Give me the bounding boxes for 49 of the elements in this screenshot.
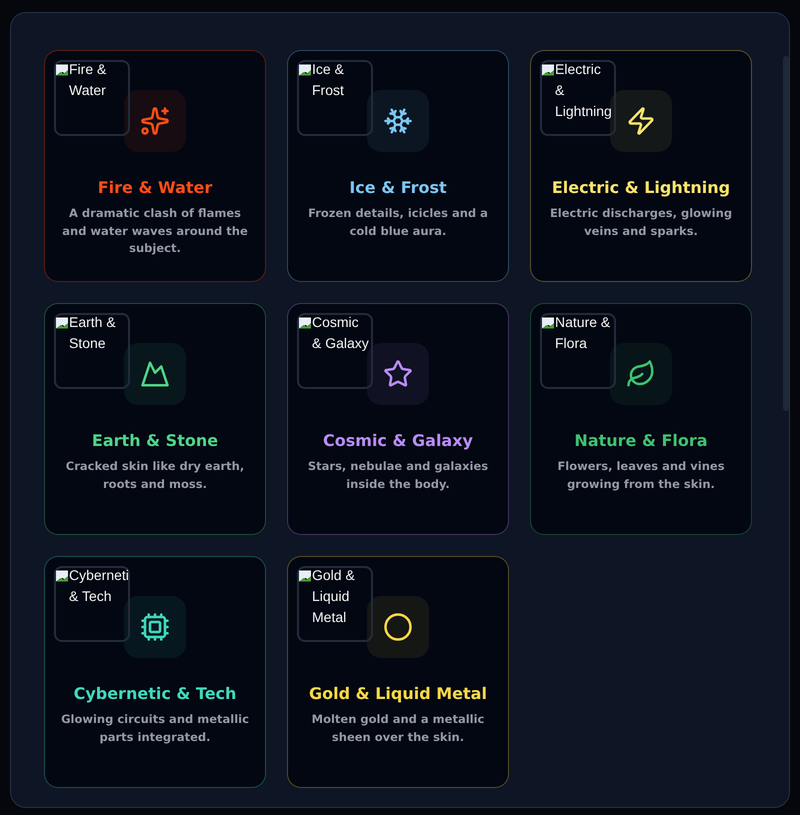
broken-image-icon <box>299 317 311 329</box>
style-description: Electric discharges, glowing veins and sparks. <box>548 205 734 240</box>
scrollbar-thumb[interactable] <box>783 56 789 411</box>
image-alt-text: Gold & Liquid Metal <box>312 566 356 627</box>
style-card[interactable]: Cosmic & Galaxy Cosmic & Galaxy Stars, nebulae and galaxies inside the body. <box>287 303 509 535</box>
mountain-icon <box>140 359 170 389</box>
broken-image-icon <box>542 64 554 76</box>
image-alt-text: Cosmic & Galaxy <box>312 313 370 353</box>
leaf-icon <box>626 359 656 389</box>
broken-image-icon <box>56 64 68 76</box>
broken-image-icon <box>542 317 554 329</box>
style-title: Cybernetic & Tech <box>74 684 236 703</box>
style-title: Ice & Frost <box>349 178 447 197</box>
style-card[interactable]: Cyberneti & Tech Cybernetic & Tech Glowing circuits and metallic parts integrated. <box>44 556 266 788</box>
image-alt-text: Cyberneti & Tech <box>69 566 129 606</box>
style-title: Electric & Lightning <box>552 178 730 197</box>
broken-image-icon <box>299 64 311 76</box>
style-description: Flowers, leaves and vines growing from the skin. <box>556 458 726 492</box>
style-card[interactable]: Nature & Flora Nature & Flora Flowers, leaves and vines growing from the skin. <box>530 303 752 535</box>
broken-image-icon <box>56 570 68 582</box>
style-card[interactable]: Ice & Frost Ice & Frost Frozen details, icicles and a cold blue aura. <box>287 50 509 282</box>
lightning-bolt-icon <box>626 106 656 136</box>
image-alt-text: Fire & Water <box>69 60 108 100</box>
style-title: Cosmic & Galaxy <box>323 431 473 450</box>
style-title: Gold & Liquid Metal <box>309 684 487 703</box>
snowflake-icon <box>383 106 413 136</box>
style-title: Earth & Stone <box>92 431 218 450</box>
chip-icon <box>140 612 170 642</box>
style-description: Stars, nebulae and galaxies inside the body. <box>306 458 490 492</box>
style-description: Frozen details, icicles and a cold blue aura. <box>307 205 489 240</box>
image-alt-text: Ice & Frost <box>312 60 345 100</box>
style-title: Nature & Flora <box>574 431 708 450</box>
style-description: Molten gold and a metallic sheen over the skin. <box>310 711 486 746</box>
broken-image-icon <box>299 570 311 582</box>
style-title: Fire & Water <box>98 178 212 197</box>
style-card[interactable]: Earth & Stone Earth & Stone Cracked skin like dry earth, roots and moss. <box>44 303 266 535</box>
style-description: Cracked skin like dry earth, roots and moss. <box>64 458 246 492</box>
image-alt-text: Earth & Stone <box>69 313 117 353</box>
style-description: Glowing circuits and metallic parts integrated. <box>60 711 250 746</box>
sparkle-icon <box>140 106 170 136</box>
image-alt-text: Electric & Lightning <box>555 60 613 121</box>
style-description: A dramatic clash of flames and water waves around the subject. <box>61 205 249 257</box>
star-icon <box>383 359 413 389</box>
style-card[interactable]: Electric & Lightning Electric & Lightning Electric discharges, glowing veins and sparks. <box>530 50 752 282</box>
style-card[interactable]: Fire & Water Fire & Water A dramatic clash of flames and water waves around the subject. <box>44 50 266 282</box>
image-alt-text: Nature & Flora <box>555 313 612 353</box>
broken-image-icon <box>56 317 68 329</box>
style-card[interactable]: Gold & Liquid Metal Gold & Liquid Metal Molten gold and a metallic sheen over the skin. <box>287 556 509 788</box>
circle-icon <box>383 612 413 642</box>
